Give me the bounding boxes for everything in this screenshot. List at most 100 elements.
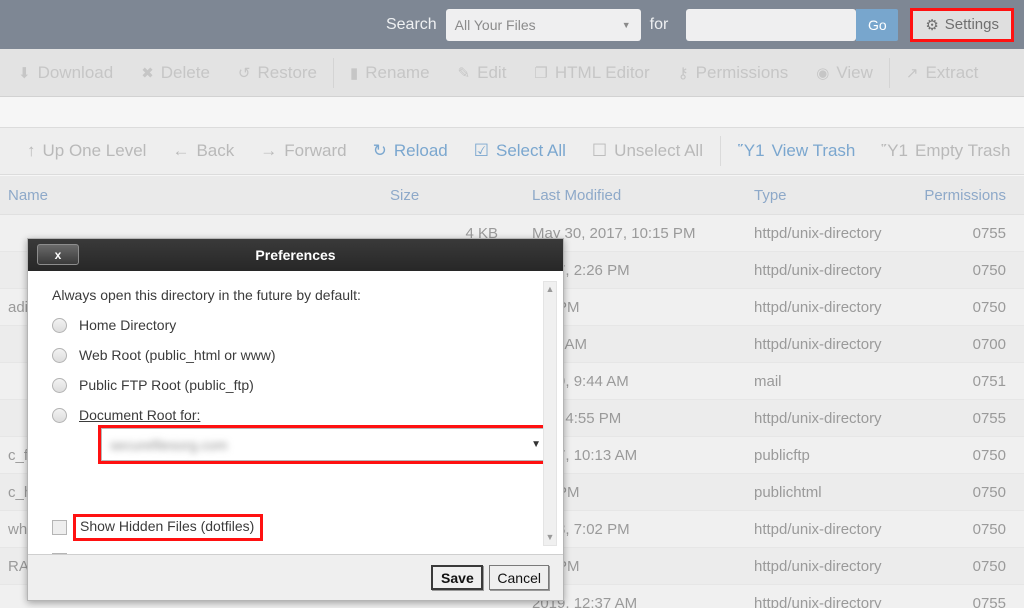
top-search-bar: Search All Your Files ▼ for Go ⚙ Setting…	[0, 0, 1024, 49]
chevron-down-icon: ▼	[531, 439, 541, 450]
column-header-permissions[interactable]: Permissions	[920, 187, 1024, 204]
toolbar-item-delete[interactable]: ✖ Delete	[127, 63, 224, 83]
nav-item-empty-trash[interactable]: Ὕ1 Empty Trash	[868, 141, 1023, 161]
close-icon[interactable]: x	[37, 244, 79, 265]
document-root-select[interactable]: securefilesorg.com ▼	[101, 428, 550, 461]
cell-type: httpd/unix-directory	[740, 558, 920, 575]
toolbar-label: Download	[38, 63, 114, 83]
radio-button[interactable]	[52, 318, 67, 333]
column-header-last-modified[interactable]: Last Modified	[520, 187, 740, 204]
radio-label: Public FTP Root (public_ftp)	[79, 377, 254, 393]
radio-label: Home Directory	[79, 317, 176, 333]
dialog-titlebar: x Preferences	[28, 239, 563, 271]
toolbar-item-html-editor[interactable]: ❐ HTML Editor	[520, 63, 663, 83]
nav-label: Reload	[394, 141, 448, 161]
toolbar-item-edit[interactable]: ✎ Edit	[444, 63, 521, 83]
navigation-toolbar: ↑ Up One Level ← Back → Forward ↻ Reload…	[0, 127, 1024, 175]
toolbar-item-rename[interactable]: ▮ Rename	[336, 63, 444, 83]
checkbox[interactable]	[52, 553, 67, 555]
nav-item-back[interactable]: ← Back	[159, 141, 247, 161]
checkbox-row-disable-encoding-dialogs[interactable]: Disable Character Encoding Verification …	[52, 552, 533, 554]
save-button[interactable]: Save	[431, 565, 483, 590]
checkbox-label: Disable Character Encoding Verification …	[79, 552, 376, 554]
restore-icon: ↺	[238, 64, 251, 82]
checkbox[interactable]	[52, 520, 67, 535]
extract-icon: ↗	[906, 64, 919, 82]
cell-type: mail	[740, 373, 920, 390]
show-hidden-files-highlight: Show Hidden Files (dotfiles)	[73, 514, 263, 541]
cell-type: httpd/unix-directory	[740, 299, 920, 316]
table-header-row: Name Size Last Modified Type Permissions	[0, 176, 1024, 215]
eye-icon: ◉	[816, 64, 829, 82]
toolbar-label: Restore	[257, 63, 317, 83]
nav-item-select-all[interactable]: ☑ Select All	[461, 141, 579, 161]
checkbox-row-show-hidden-files[interactable]: Show Hidden Files (dotfiles)	[52, 514, 533, 541]
trash-icon: Ὕ1	[881, 141, 908, 161]
cell-permissions: 0755	[920, 595, 1024, 608]
document-root-highlight: securefilesorg.com ▼	[98, 425, 553, 464]
radio-option-public-ftp-root[interactable]: Public FTP Root (public_ftp)	[52, 377, 533, 393]
arrow-left-icon: ←	[172, 141, 189, 161]
toolbar-label: View	[836, 63, 873, 83]
nav-label: Up One Level	[43, 141, 147, 161]
file-icon: ▮	[350, 64, 358, 82]
radio-button[interactable]	[52, 408, 67, 423]
toolbar-label: Edit	[477, 63, 506, 83]
cell-type: publicftp	[740, 447, 920, 464]
nav-item-unselect-all[interactable]: ☐ Unselect All	[579, 141, 716, 161]
toolbar-item-restore[interactable]: ↺ Restore	[224, 63, 331, 83]
arrow-up-icon: ↑	[27, 141, 36, 161]
search-scope-select[interactable]: All Your Files ▼	[446, 9, 641, 41]
column-header-size[interactable]: Size	[390, 187, 520, 204]
nav-label: Select All	[496, 141, 566, 161]
nav-item-view-trash[interactable]: Ὕ1 View Trash	[725, 141, 868, 161]
nav-label: Forward	[284, 141, 346, 161]
nav-label: View Trash	[772, 141, 856, 161]
radio-label: Web Root (public_html or www)	[79, 347, 276, 363]
toolbar-item-view[interactable]: ◉ View	[802, 63, 887, 83]
cell-type: publichtml	[740, 484, 920, 501]
cell-permissions: 0751	[920, 373, 1024, 390]
toolbar-item-permissions[interactable]: ⚷ Permissions	[664, 63, 803, 83]
pencil-icon: ✎	[458, 64, 471, 82]
search-input[interactable]	[686, 9, 856, 41]
arrow-right-icon: →	[260, 141, 277, 161]
checkbox-label: Show Hidden Files (dotfiles)	[80, 518, 254, 534]
dialog-title: Preferences	[28, 247, 563, 263]
radio-option-web-root[interactable]: Web Root (public_html or www)	[52, 347, 533, 363]
toolbar-label: Rename	[365, 63, 429, 83]
cell-permissions: 0750	[920, 484, 1024, 501]
key-icon: ⚷	[678, 64, 689, 82]
column-header-type[interactable]: Type	[740, 187, 920, 204]
scroll-down-arrow-icon[interactable]: ▼	[546, 533, 555, 542]
nav-item-reload[interactable]: ↻ Reload	[360, 141, 461, 161]
dialog-scroll-content: Always open this directory in the future…	[28, 287, 563, 554]
chevron-down-icon: ▼	[622, 20, 631, 30]
toolbar-item-extract[interactable]: ↗ Extract	[892, 63, 992, 83]
nav-item-up-one-level[interactable]: ↑ Up One Level	[14, 141, 159, 161]
file-action-toolbar: ⬇ Download ✖ Delete ↺ Restore ▮ Rename ✎…	[0, 49, 1024, 97]
cell-permissions: 0750	[920, 521, 1024, 538]
document-root-value: securefilesorg.com	[110, 437, 228, 453]
scroll-up-arrow-icon[interactable]: ▲	[546, 285, 555, 294]
radio-label: Document Root for:	[79, 407, 200, 423]
cancel-button[interactable]: Cancel	[489, 565, 549, 590]
radio-button[interactable]	[52, 348, 67, 363]
trash-icon: Ὕ1	[738, 141, 765, 161]
search-label: Search	[386, 16, 437, 34]
dialog-scrollbar[interactable]: ▲ ▼	[543, 281, 557, 546]
column-header-name[interactable]: Name	[0, 187, 390, 204]
radio-button[interactable]	[52, 378, 67, 393]
cell-type: httpd/unix-directory	[740, 225, 920, 242]
toolbar-label: Permissions	[696, 63, 789, 83]
nav-label: Unselect All	[614, 141, 703, 161]
toolbar-item-download[interactable]: ⬇ Download	[4, 63, 127, 83]
settings-button[interactable]: ⚙ Settings	[910, 8, 1014, 42]
nav-item-forward[interactable]: → Forward	[247, 141, 359, 161]
radio-option-home-directory[interactable]: Home Directory	[52, 317, 533, 333]
search-go-button[interactable]: Go	[856, 9, 898, 41]
nav-label: Back	[196, 141, 234, 161]
cell-permissions: 0755	[920, 225, 1024, 242]
toolbar-divider	[333, 58, 334, 88]
radio-option-document-root[interactable]: Document Root for:	[52, 407, 533, 423]
